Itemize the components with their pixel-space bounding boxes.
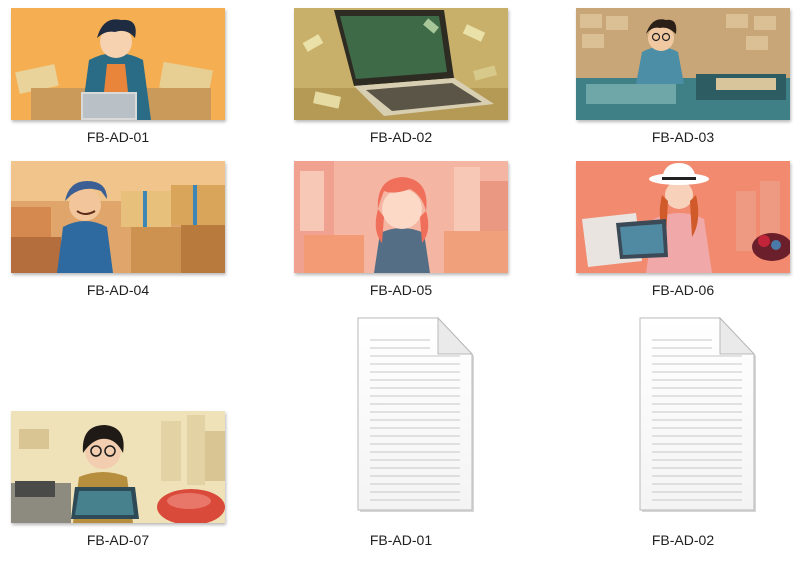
file-name: FB-AD-05 (369, 282, 433, 298)
file-item-fb-ad-02-image[interactable]: FB-AD-02 (286, 2, 516, 162)
file-item-fb-ad-03-image[interactable]: FB-AD-03 (568, 2, 798, 162)
file-item-fb-ad-07-image[interactable]: FB-AD-07 (3, 405, 233, 565)
image-thumbnail-icon (576, 8, 790, 120)
file-name: FB-AD-02 (369, 129, 433, 145)
file-name: FB-AD-07 (86, 532, 150, 548)
image-thumbnail-icon (294, 8, 508, 120)
file-item-fb-ad-02-document[interactable]: FB-AD-02 (568, 314, 798, 548)
file-name: FB-AD-02 (651, 532, 715, 548)
file-grid: FB-AD-01 FB-AD-02 FB-AD-03 FB-AD-04 FB-A… (0, 0, 800, 558)
image-thumbnail-icon (576, 161, 790, 273)
file-name: FB-AD-04 (86, 282, 150, 298)
file-name: FB-AD-06 (651, 282, 715, 298)
file-item-fb-ad-06-image[interactable]: FB-AD-06 (568, 155, 798, 315)
file-item-fb-ad-01-image[interactable]: FB-AD-01 (3, 2, 233, 162)
image-thumbnail-icon (11, 8, 225, 120)
image-thumbnail-icon (11, 411, 225, 523)
text-document-icon (639, 316, 756, 512)
image-thumbnail-icon (11, 161, 225, 273)
text-document-icon (357, 316, 474, 512)
file-item-fb-ad-05-image[interactable]: FB-AD-05 (286, 155, 516, 315)
image-thumbnail-icon (294, 161, 508, 273)
file-name: FB-AD-01 (369, 532, 433, 548)
file-name: FB-AD-01 (86, 129, 150, 145)
file-item-fb-ad-04-image[interactable]: FB-AD-04 (3, 155, 233, 315)
file-name: FB-AD-03 (651, 129, 715, 145)
file-item-fb-ad-01-document[interactable]: FB-AD-01 (286, 314, 516, 548)
